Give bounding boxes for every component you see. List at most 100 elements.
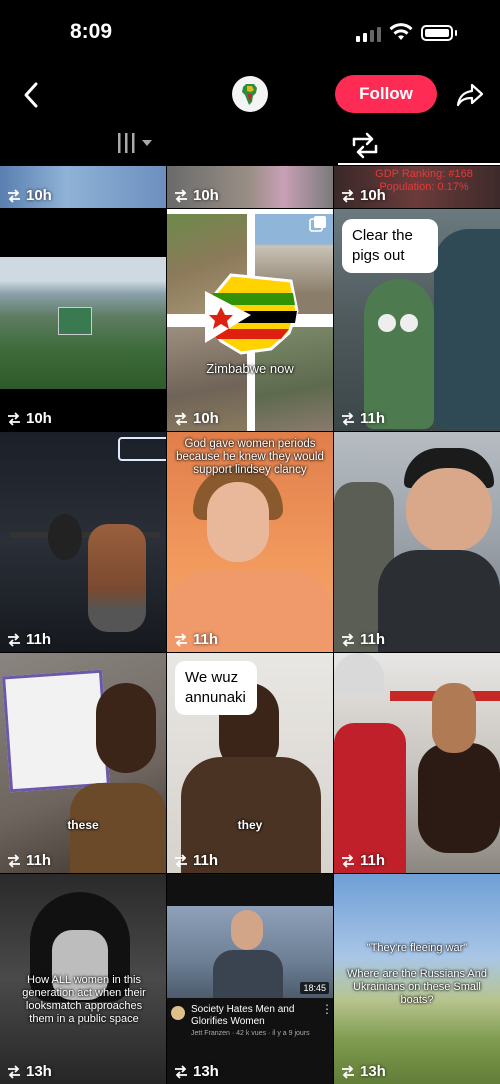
video-tile[interactable]: Zimbabwe now 10h [167,209,333,431]
view-count: 13h [340,1063,386,1080]
profile-header: Follow [0,68,500,126]
view-count: 10h [6,187,52,204]
view-count: 11h [340,631,385,648]
video-caption: they [237,818,263,832]
repost-icon [342,853,354,868]
character-eyes [400,314,418,332]
video-grid: 10h 10h GDP Ranking: #168 Population: 0.… [0,166,500,1084]
follow-button[interactable]: Follow [335,75,437,113]
video-tile[interactable]: God gave women periods because he knew t… [167,432,333,652]
view-count: 10h [173,410,219,427]
text-sticker: Clear the pigs out [342,219,438,273]
repost-icon [352,132,378,159]
person-cap [334,653,384,693]
view-count: 13h [6,1063,52,1080]
video-caption: Where are the Russians And Ukrainians on… [346,968,488,1006]
tab-reposts[interactable] [334,126,400,166]
person-face [406,468,492,552]
video-tile[interactable]: these 11h [0,653,166,873]
active-tab-indicator [338,163,500,165]
view-count: 10h [340,187,386,204]
repost-icon [175,188,187,203]
video-tile[interactable]: 11h [334,653,500,873]
video-caption: How ALL women in this generation act whe… [22,974,146,1025]
kebab-menu-icon[interactable]: ⋮ [321,1002,333,1016]
bird-character-left [364,279,434,429]
grid-icon [118,133,152,153]
video-tile[interactable]: 10h [0,166,166,208]
video-meta: Jett Franzen · 42 k vues · il y a 9 jour… [191,1030,310,1037]
person-shirt [213,950,283,998]
view-count: 10h [173,187,219,204]
battery-icon [421,25,453,41]
video-caption: "They're fleeing war" [366,942,468,954]
video-caption: God gave women periods because he knew t… [176,438,324,476]
person-vest [334,723,406,873]
battery-tip [455,30,457,36]
status-bar: 8:09 [0,0,500,68]
video-title: Society Hates Men and Glorifies Women [191,1004,295,1027]
person-coat [378,550,500,652]
view-count: 11h [173,852,218,869]
view-count: 11h [340,410,385,427]
repost-icon [8,1064,20,1079]
ceiling-light [118,437,166,461]
back-chevron-icon[interactable] [18,78,44,112]
character-eyes [378,314,396,332]
share-arrow-icon[interactable] [455,80,485,110]
rider [432,683,476,753]
view-count: 13h [173,1063,219,1080]
horse [418,743,500,853]
bird-character-right [434,229,500,429]
book [2,669,110,793]
avatar[interactable] [232,76,268,112]
video-tile[interactable]: 10h [167,166,333,208]
video-tile[interactable]: GDP Ranking: #168 Population: 0.17% 10h [334,166,500,208]
video-caption: Zimbabwe now [206,361,294,376]
repost-icon [8,188,20,203]
video-tile[interactable]: 18:45 Society Hates Men and Glorifies Wo… [167,874,333,1084]
profile-tabs [0,126,500,166]
view-count: 11h [6,852,51,869]
video-tile[interactable]: 10h [0,209,166,431]
lifter [88,524,146,632]
zimbabwe-flag-map-icon [203,273,299,355]
view-count: 11h [6,631,51,648]
video-tile[interactable]: 11h [0,432,166,652]
status-time: 8:09 [70,20,113,43]
cellular-signal-icon [356,26,382,42]
person-face [96,683,156,773]
video-tile[interactable]: How ALL women in this generation act whe… [0,874,166,1084]
video-thumbnail [0,257,166,389]
tab-videos[interactable] [100,126,166,166]
video-tile[interactable]: "They're fleeing war" Where are the Russ… [334,874,500,1084]
view-count: 11h [173,631,218,648]
africa-map-icon [233,77,267,111]
repost-icon [342,411,354,426]
repost-icon [342,1064,354,1079]
repost-icon [175,853,187,868]
person-face [231,910,263,950]
video-duration: 18:45 [300,982,329,994]
repost-icon [342,632,354,647]
weight-plate [48,514,82,560]
video-tile[interactable]: Clear the pigs out 11h [334,209,500,431]
repost-icon [175,1064,187,1079]
video-thumbnail: 18:45 [167,906,333,998]
repost-icon [8,632,20,647]
video-caption: these [67,818,99,832]
repost-icon [175,411,187,426]
person-face [207,482,269,562]
repost-icon [342,188,354,203]
view-count: 10h [6,410,52,427]
video-tile[interactable]: 11h [334,432,500,652]
view-count: 11h [340,852,385,869]
repost-icon [8,411,20,426]
channel-avatar [171,1006,185,1020]
repost-icon [175,632,187,647]
wifi-icon [389,23,413,40]
multi-photo-icon [309,216,326,232]
repost-icon [8,853,20,868]
video-tile[interactable]: We wuz annunaki they 11h [167,653,333,873]
text-sticker: We wuz annunaki [175,661,257,715]
